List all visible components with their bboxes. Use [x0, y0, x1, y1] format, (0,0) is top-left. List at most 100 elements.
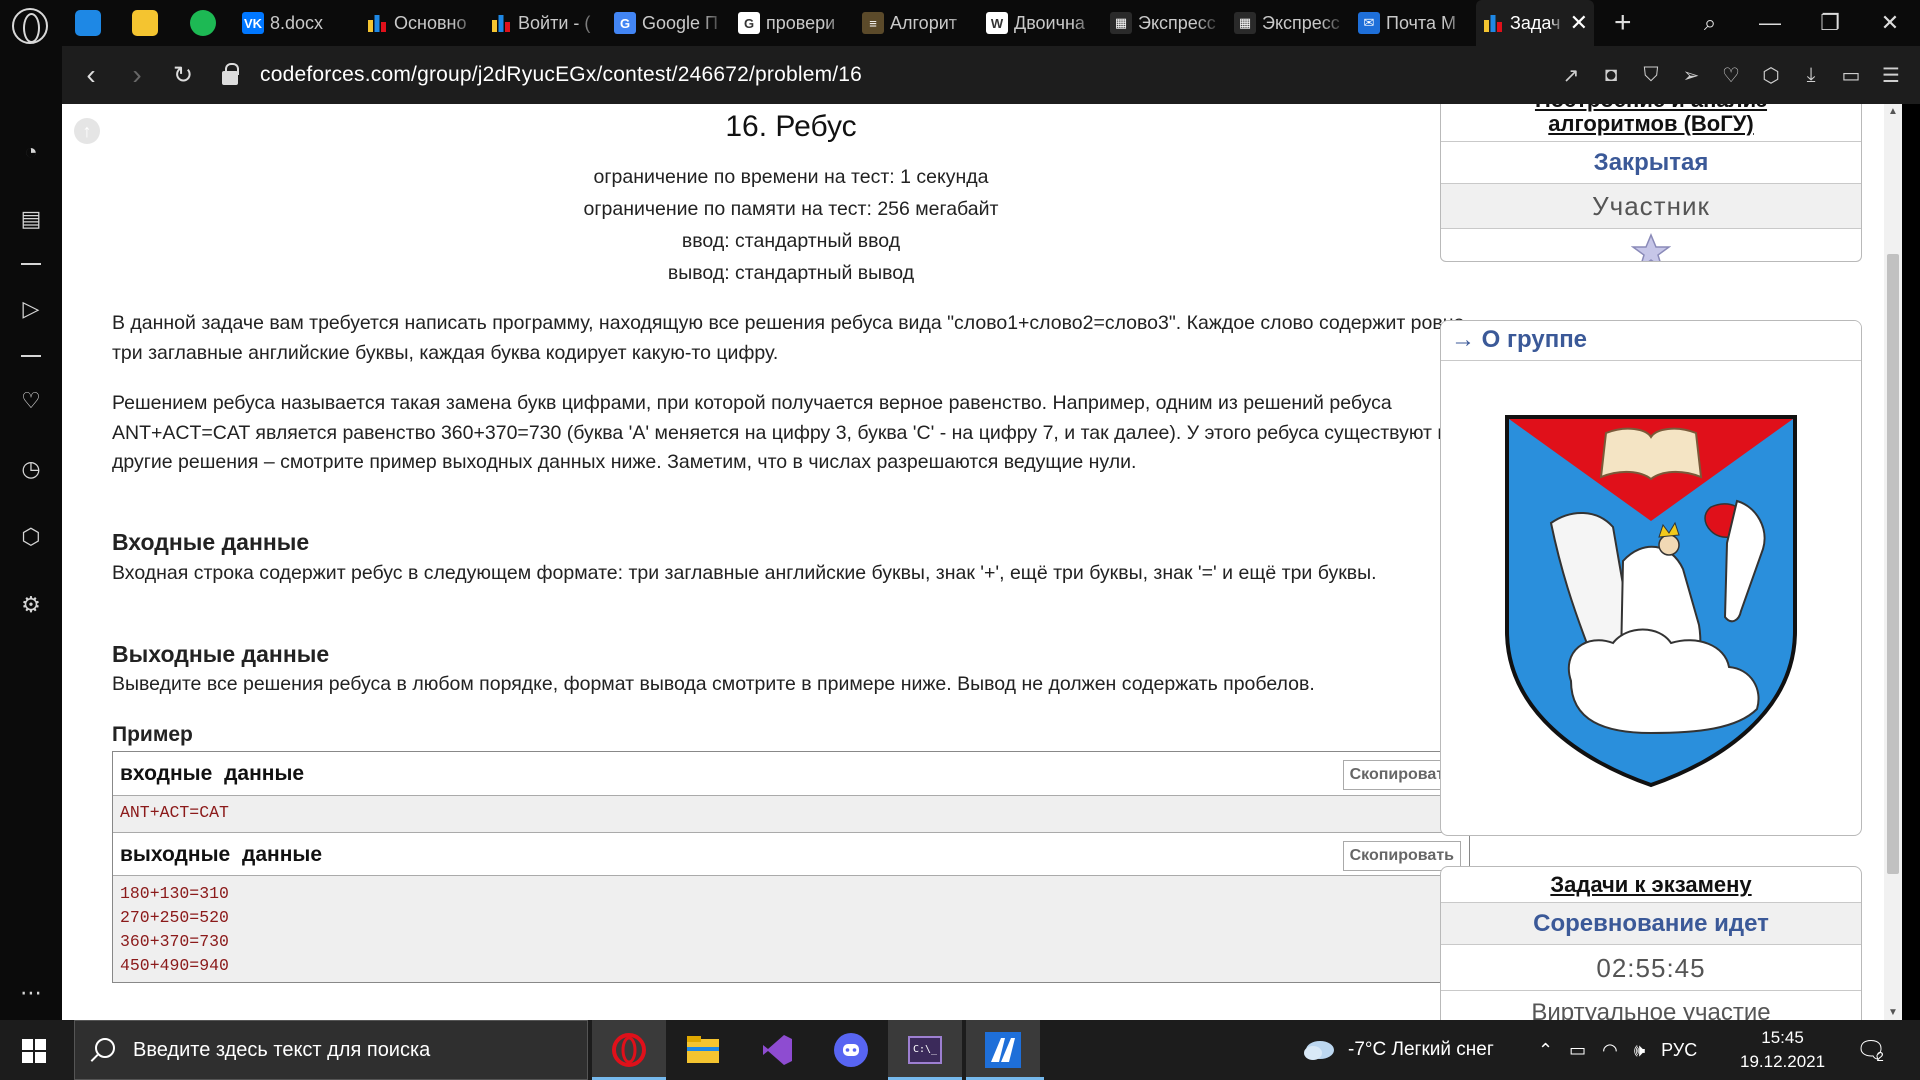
close-tab-icon[interactable]: ✕	[1570, 10, 1588, 36]
browser-tab[interactable]: ▦ Экспресс	[1228, 0, 1352, 46]
scroll-up-arrow[interactable]: ▲	[1886, 106, 1900, 117]
player-icon[interactable]: ▷	[18, 296, 44, 322]
taskbar-search-input[interactable]: Введите здесь текст для поиска	[74, 1020, 588, 1080]
taskbar-discord-app[interactable]	[814, 1020, 888, 1080]
taskbar-visual-studio-app[interactable]	[740, 1020, 814, 1080]
notifications-icon[interactable]: 🗨 2	[1856, 1020, 1886, 1080]
about-group-title[interactable]: → О группе	[1441, 321, 1861, 361]
sample-output[interactable]: 180+130=310 270+250=520 360+370=730 450+490…	[113, 876, 1469, 982]
browser-sidebar: ◔ ▤ ▷ ♡ ◷ ⬡ ⚙ ⋯	[0, 46, 62, 1020]
browser-tab[interactable]: VK 8.docx	[236, 0, 360, 46]
browser-tab[interactable]: G Google П	[608, 0, 732, 46]
taskbar-ide-app[interactable]	[966, 1020, 1044, 1080]
heart-icon[interactable]: ♡	[1720, 63, 1742, 88]
minimize-icon[interactable]: —	[1740, 10, 1800, 36]
sample-input[interactable]: ANT+ACT=CAT	[113, 796, 1469, 832]
input-section-title: Входные данные	[112, 529, 310, 555]
lock-icon[interactable]	[222, 63, 239, 85]
browser-tab[interactable]: Gпровери	[732, 0, 856, 46]
easy-setup-icon[interactable]: ☰	[1880, 63, 1902, 88]
browser-tab[interactable]: ✉ Почта М	[1352, 0, 1476, 46]
snapshot-icon[interactable]: ◘	[1600, 64, 1622, 87]
scroll-down-arrow[interactable]: ▼	[1886, 1007, 1900, 1018]
history-clock-icon[interactable]: ◷	[18, 456, 44, 482]
search-tabs-icon[interactable]: ⌕	[1680, 10, 1740, 36]
wifi-icon[interactable]: ◠	[1602, 1040, 1618, 1061]
clock[interactable]: 15:45 19.12.2021	[1740, 1020, 1825, 1080]
tray-expand-icon[interactable]: ⌃	[1538, 1040, 1553, 1061]
tab-title: Войти - (	[518, 12, 591, 33]
back-button[interactable]: ‹	[68, 59, 114, 91]
messenger-pinned-icon[interactable]	[75, 10, 101, 36]
bookmarks-heart-icon[interactable]: ♡	[18, 388, 44, 414]
reload-button[interactable]: ↻	[160, 61, 206, 90]
extensions-cube-icon[interactable]: ⬡	[18, 524, 44, 550]
svg-text:C:\_: C:\_	[913, 1044, 938, 1055]
share-icon[interactable]: ↗	[1560, 63, 1582, 88]
vk-icon: VK	[242, 12, 264, 34]
sample-line: ANT+ACT=CAT	[120, 803, 229, 822]
codeforces-icon	[366, 12, 388, 34]
tab-bar: VK 8.docx Основно Войти - ( G Google П Gпровер…	[0, 0, 1920, 46]
download-icon[interactable]: ⤓	[1800, 64, 1822, 87]
settings-gear-icon[interactable]: ⚙	[18, 592, 44, 618]
scrollbar-thumb[interactable]	[1887, 254, 1899, 874]
adblock-shield-icon[interactable]: ⛉	[1640, 64, 1662, 87]
forward-button[interactable]: ›	[114, 59, 160, 91]
opera-menu-icon[interactable]	[12, 8, 48, 44]
cube-icon[interactable]: ⬡	[1760, 63, 1782, 88]
workspace-icon[interactable]: ▤	[18, 206, 44, 232]
volume-icon[interactable]: 🕪	[1634, 1040, 1645, 1061]
browser-tab[interactable]: W Двоична	[980, 0, 1104, 46]
contest-box: Задачи к экзамену Соревнование идет 02:5…	[1440, 866, 1862, 1020]
contest-name-link[interactable]: Задачи к экзамену	[1441, 867, 1861, 903]
send-icon[interactable]: ➢	[1680, 63, 1702, 88]
virtual-participation-link[interactable]: Виртуальное участие	[1441, 991, 1861, 1020]
restore-icon[interactable]: ❐	[1800, 10, 1860, 36]
page-content: ↑ 16. Ребус ограничение по времени на те…	[62, 104, 1902, 1020]
taskbar-explorer-app[interactable]	[666, 1020, 740, 1080]
group-access: Закрытая	[1441, 142, 1861, 184]
address-bar-tools: ↗ ◘ ⛉ ➢ ♡ ⬡ ⤓ ▭ ☰	[1560, 46, 1902, 104]
browser-tab[interactable]: ≡ Алгорит	[856, 0, 980, 46]
battery-icon[interactable]: ▭	[1569, 1040, 1586, 1061]
output-section-text: Выведите все решения ребуса в любом поря…	[112, 673, 1315, 695]
sidebar-separator	[21, 263, 41, 265]
browser-tab[interactable]: Войти - (	[484, 0, 608, 46]
taskbar-opera-app[interactable]	[592, 1020, 666, 1080]
more-options-icon[interactable]: ⋯	[18, 980, 44, 1006]
memory-limit: ограничение по памяти на тест: 256 мегаб…	[583, 198, 999, 220]
browser-tab[interactable]: Задач ✕	[1476, 0, 1594, 46]
output-section-title: Выходные данные	[112, 641, 330, 667]
input-language[interactable]: РУС	[1661, 1040, 1697, 1061]
sample-line: 180+130=310	[120, 884, 229, 903]
url-field[interactable]: codeforces.com/group/j2dRyucEGx/contest/…	[260, 63, 862, 87]
contest-timer: 02:55:45	[1441, 945, 1861, 991]
close-window-icon[interactable]: ✕	[1860, 10, 1920, 36]
sidebar-separator	[21, 355, 41, 357]
codeforces-icon	[1482, 12, 1504, 34]
battery-saver-icon[interactable]: ▭	[1840, 63, 1862, 88]
tab-title: Алгорит	[890, 12, 957, 33]
sample-line: 270+250=520	[120, 908, 229, 927]
sample-tests: входные данные Скопировать ANT+ACT=CAT в…	[112, 751, 1470, 983]
notes-pinned-icon[interactable]	[132, 10, 158, 36]
scroll-up-icon[interactable]: ↑	[74, 118, 100, 144]
windows-start-icon[interactable]	[22, 1039, 46, 1063]
spotify-pinned-icon[interactable]	[190, 10, 216, 36]
tab-title: Почта М	[1386, 12, 1456, 33]
speed-dial-icon[interactable]: ◔	[18, 139, 44, 165]
taskbar-terminal-app[interactable]: C:\_	[888, 1020, 962, 1080]
group-name-link[interactable]: Построение и анализ алгоритмов (ВоГУ)	[1441, 104, 1861, 142]
tab-title: Основно	[394, 12, 467, 33]
tab-title: Задач	[1510, 12, 1561, 33]
page-scrollbar[interactable]: ▲ ▼	[1884, 104, 1902, 1020]
browser-tab[interactable]: Основно	[360, 0, 484, 46]
browser-tab[interactable]: ▦ Экспресс	[1104, 0, 1228, 46]
sample-input-header: входные данные Скопировать	[113, 752, 1469, 796]
favorite-star-icon[interactable]	[1441, 229, 1861, 261]
new-tab-icon[interactable]: +	[1614, 0, 1632, 46]
weather-widget[interactable]: -7°C Легкий снег	[1302, 1020, 1494, 1080]
about-group-box: → О группе	[1440, 320, 1862, 836]
codeforces-icon	[490, 12, 512, 34]
